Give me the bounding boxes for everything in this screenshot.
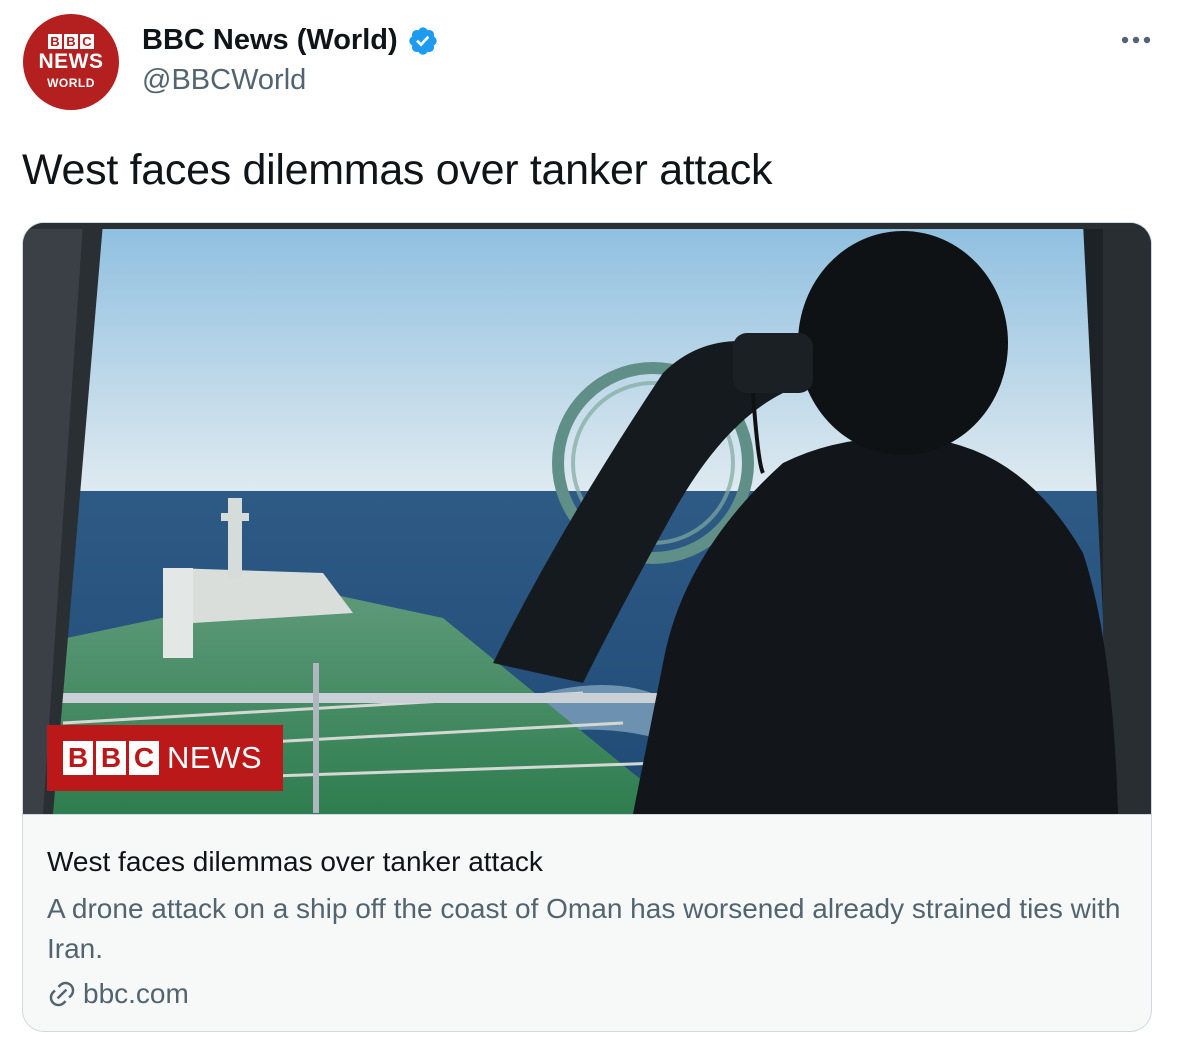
card-title: West faces dilemmas over tanker attack bbox=[47, 846, 543, 877]
avatar-block: B bbox=[64, 34, 78, 49]
link-card[interactable]: B B C NEWS West faces dilemmas over tank… bbox=[22, 222, 1152, 1032]
verified-badge-icon bbox=[408, 26, 437, 55]
card-domain: bbc.com bbox=[83, 978, 189, 1009]
watermark-block: C bbox=[129, 741, 159, 775]
card-divider bbox=[23, 814, 1151, 815]
avatar[interactable]: B B C NEWS WORLD bbox=[23, 14, 119, 110]
link-icon bbox=[49, 981, 75, 1007]
watermark-news-text: NEWS bbox=[167, 740, 262, 775]
watermark-block: B bbox=[63, 741, 93, 775]
name-row: BBC News (World) bbox=[142, 24, 439, 57]
handle[interactable]: @BBCWorld bbox=[142, 64, 306, 97]
more-icon[interactable] bbox=[1116, 24, 1156, 54]
card-body: West faces dilemmas over tanker attack A… bbox=[47, 845, 1127, 1010]
display-name[interactable]: BBC News (World) bbox=[142, 24, 398, 57]
tweet-text: West faces dilemmas over tanker attack bbox=[22, 146, 773, 194]
bbc-news-watermark: B B C NEWS bbox=[47, 725, 283, 791]
avatar-block: B bbox=[48, 34, 62, 49]
watermark-block: B bbox=[96, 741, 126, 775]
card-domain-link[interactable]: bbc.com bbox=[47, 978, 1127, 1010]
watermark-bbc-blocks: B B C bbox=[63, 741, 159, 775]
avatar-world-text: WORLD bbox=[47, 76, 95, 90]
avatar-block: C bbox=[80, 34, 94, 49]
card-description: A drone attack on a ship off the coast o… bbox=[47, 893, 1121, 964]
avatar-bbc-blocks: B B C bbox=[48, 34, 94, 49]
card-image[interactable]: B B C NEWS bbox=[23, 223, 1151, 814]
avatar-news-text: NEWS bbox=[38, 50, 104, 73]
